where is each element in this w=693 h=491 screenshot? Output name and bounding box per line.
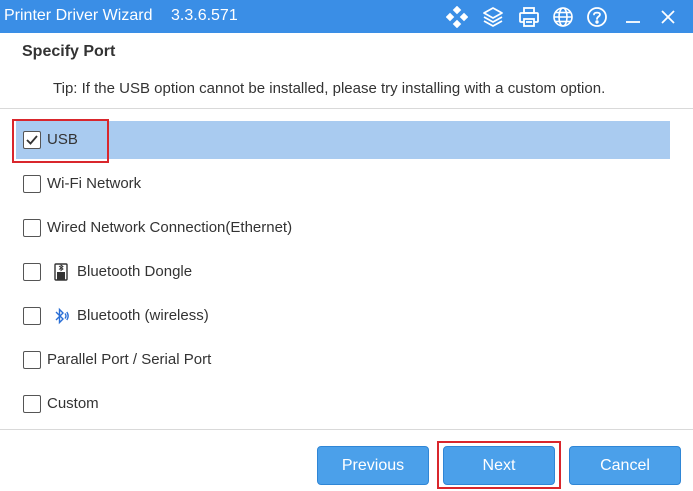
title-bar: Printer Driver Wizard 3.3.6.571	[0, 0, 693, 33]
bluetooth-dongle-icon	[52, 262, 70, 282]
app-version: 3.3.6.571	[171, 7, 238, 24]
option-label: Bluetooth (wireless)	[77, 307, 209, 324]
wifi-checkbox[interactable]	[23, 175, 41, 193]
top-divider	[0, 108, 693, 109]
page-title: Specify Port	[22, 43, 116, 60]
option-label: Custom	[47, 395, 99, 412]
tip-text: Tip: If the USB option cannot be install…	[53, 80, 606, 97]
parallel-serial-checkbox[interactable]	[23, 351, 41, 369]
option-bluetooth-dongle[interactable]: Bluetooth Dongle	[16, 253, 670, 291]
help-icon[interactable]	[585, 5, 609, 29]
diamond-grid-icon[interactable]	[445, 5, 469, 29]
option-wifi-network[interactable]: Wi-Fi Network	[16, 165, 670, 203]
option-label: USB	[47, 131, 78, 148]
close-icon[interactable]	[656, 5, 680, 29]
globe-icon[interactable]	[551, 5, 575, 29]
usb-checkbox[interactable]	[23, 131, 41, 149]
option-label: Wired Network Connection(Ethernet)	[47, 219, 293, 236]
option-parallel-serial-port[interactable]: Parallel Port / Serial Port	[16, 341, 670, 379]
bluetooth-icon	[52, 306, 70, 326]
next-button[interactable]: Next	[443, 446, 555, 485]
option-label: Wi-Fi Network	[47, 175, 142, 192]
option-bluetooth-wireless[interactable]: Bluetooth (wireless)	[16, 297, 670, 335]
bluetooth-wireless-checkbox[interactable]	[23, 307, 41, 325]
cancel-button[interactable]: Cancel	[569, 446, 681, 485]
bluetooth-dongle-checkbox[interactable]	[23, 263, 41, 281]
option-custom[interactable]: Custom	[16, 385, 670, 423]
app-title: Printer Driver Wizard	[4, 7, 153, 24]
printer-icon[interactable]	[517, 5, 541, 29]
option-label: Bluetooth Dongle	[77, 263, 193, 280]
minimize-icon[interactable]	[621, 5, 645, 29]
bottom-divider	[0, 429, 693, 430]
option-usb[interactable]: USB	[16, 121, 670, 159]
previous-button[interactable]: Previous	[317, 446, 429, 485]
layers-icon[interactable]	[481, 5, 505, 29]
wired-checkbox[interactable]	[23, 219, 41, 237]
option-wired-network[interactable]: Wired Network Connection(Ethernet)	[16, 209, 670, 247]
option-label: Parallel Port / Serial Port	[47, 351, 212, 368]
custom-checkbox[interactable]	[23, 395, 41, 413]
